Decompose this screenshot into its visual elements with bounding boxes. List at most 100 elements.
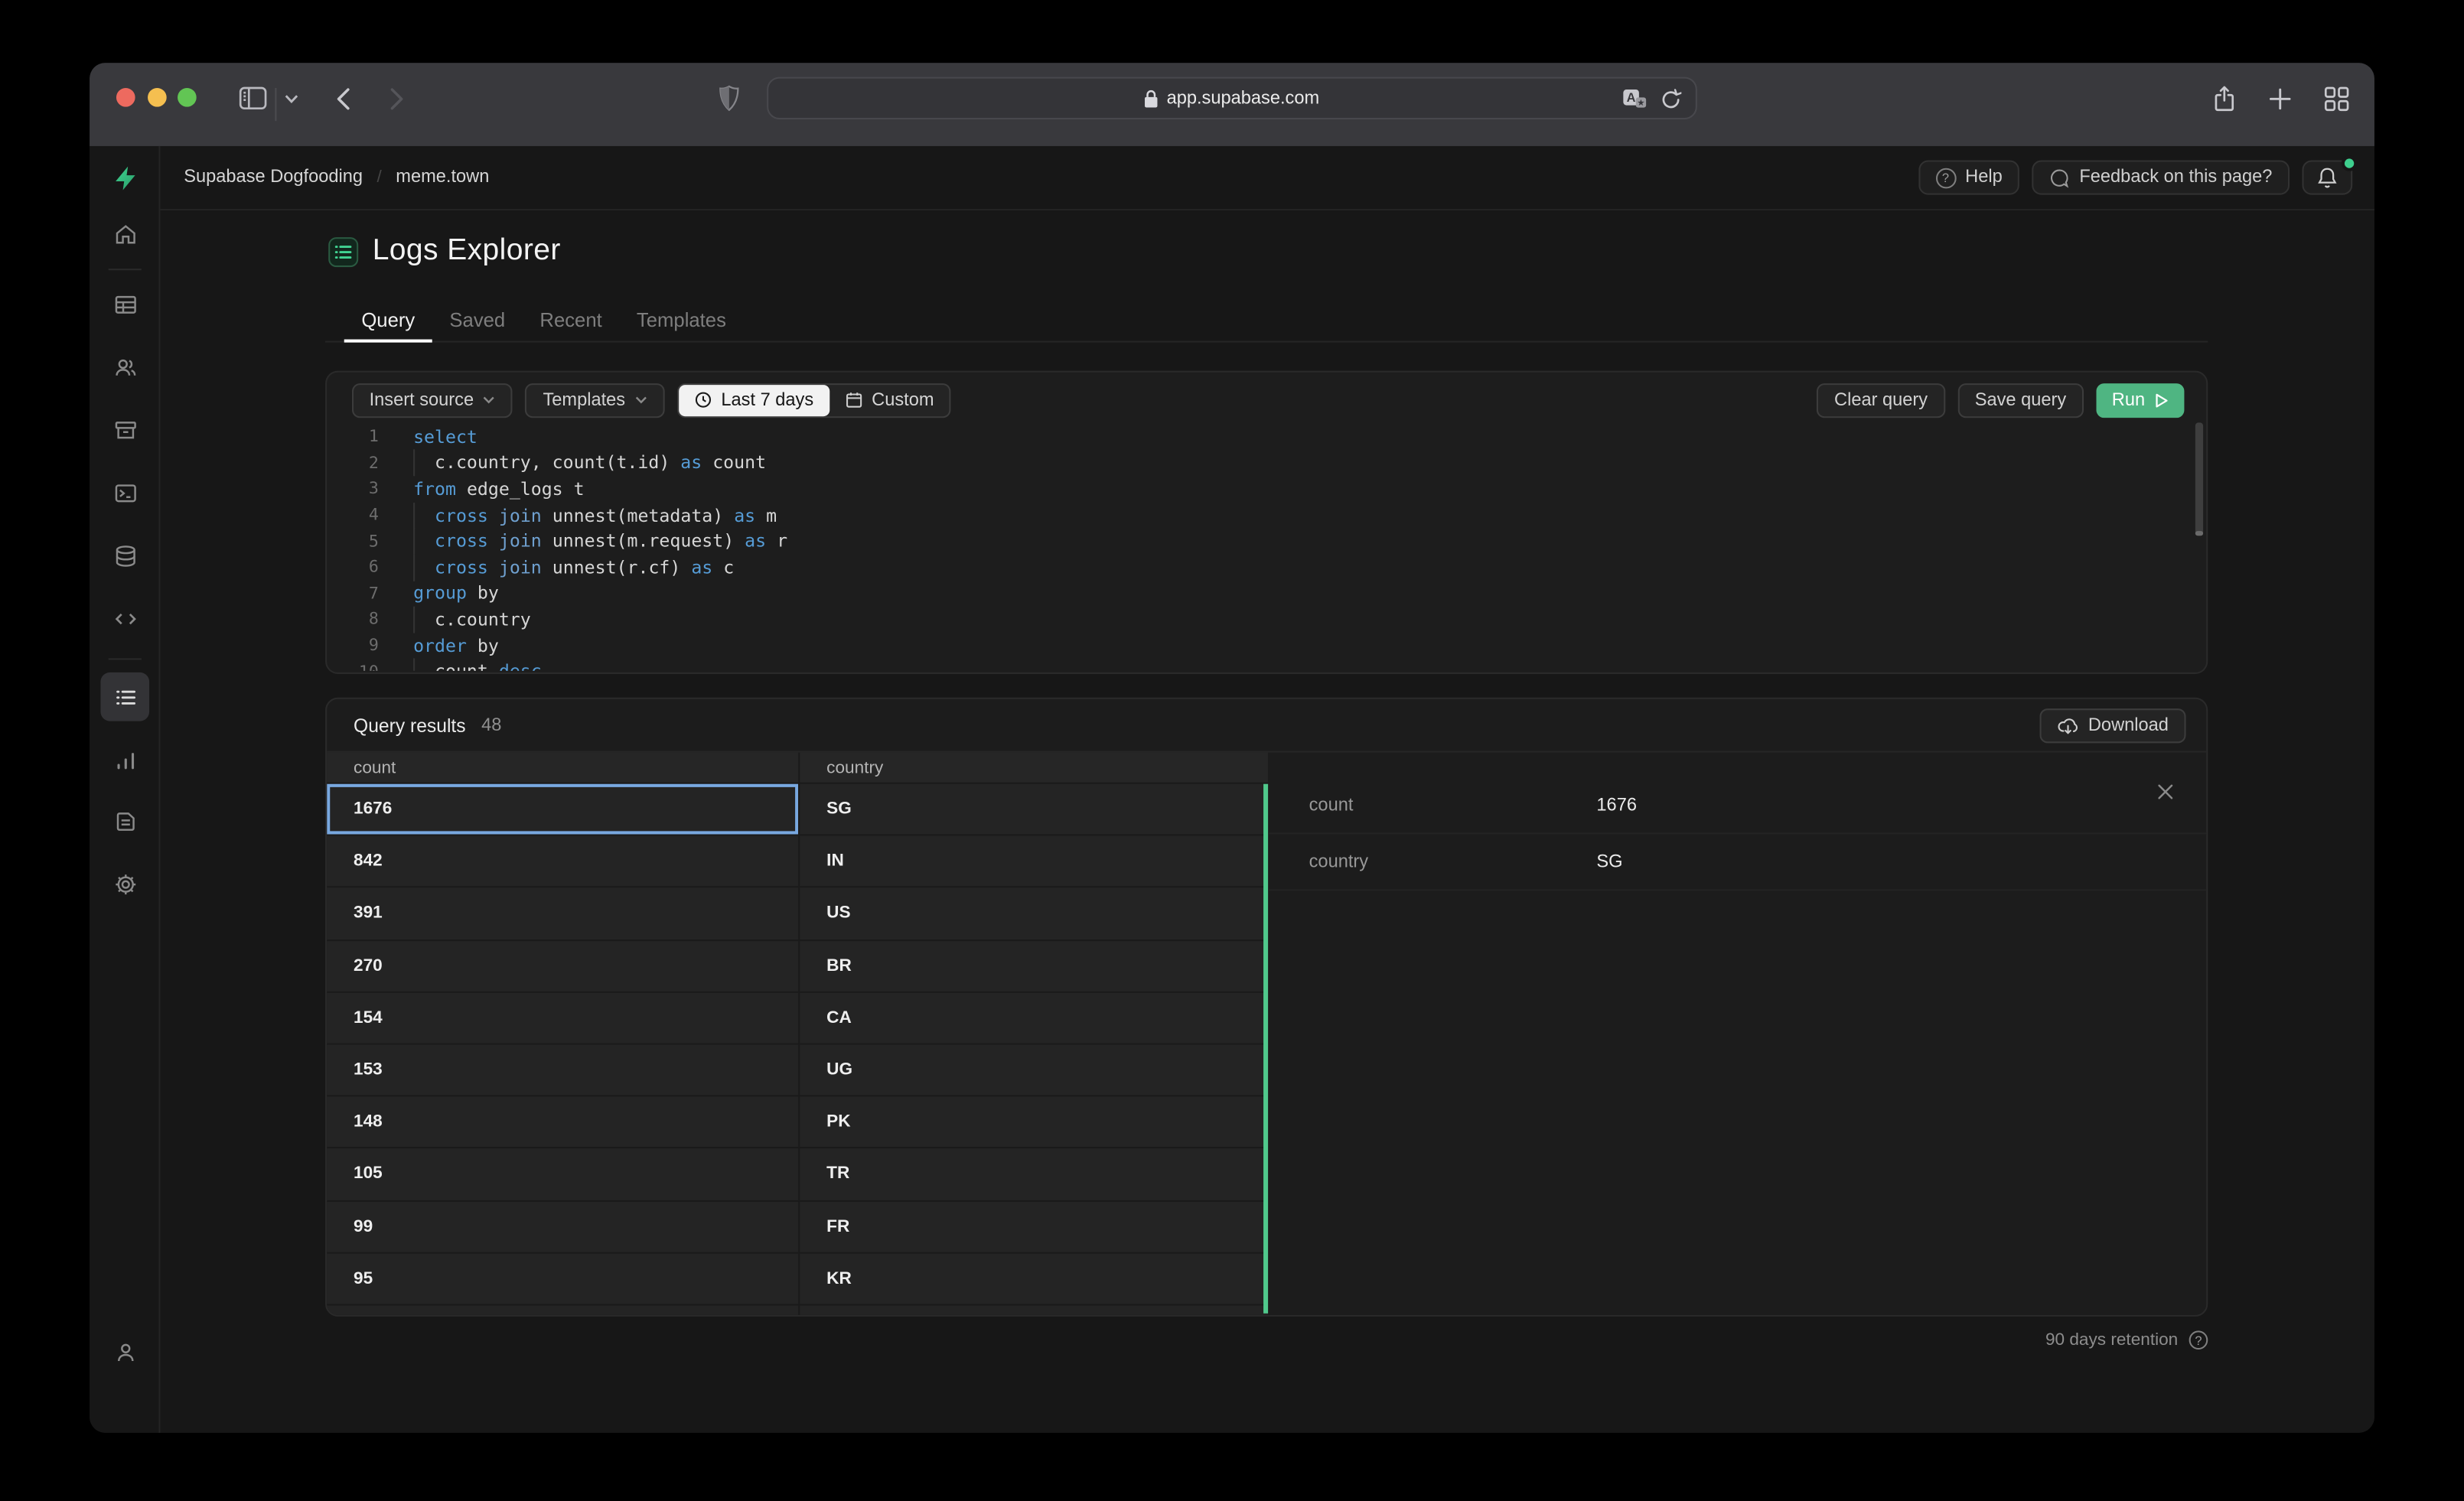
zoom-window-button[interactable] [178, 87, 197, 107]
save-query-button[interactable]: Save query [1957, 383, 2084, 418]
download-button[interactable]: Download [2039, 708, 2186, 743]
retention-help-icon[interactable]: ? [2189, 1330, 2208, 1350]
back-icon[interactable] [334, 86, 352, 112]
cell-country[interactable]: IN [800, 836, 1268, 887]
column-header-country[interactable]: country [800, 753, 1268, 783]
share-icon[interactable] [2212, 85, 2236, 113]
sidebar-item-reports[interactable] [100, 735, 149, 784]
code-line-7[interactable]: 7 group by [327, 581, 2192, 607]
minimize-window-button[interactable] [148, 87, 167, 107]
new-tab-icon[interactable] [2269, 88, 2291, 110]
cell-count[interactable]: 270 [327, 940, 800, 991]
code-text: from edge_logs t [413, 479, 585, 500]
sidebar-item-settings[interactable] [100, 859, 149, 908]
cell-country[interactable]: SG [800, 784, 1268, 835]
lock-icon [1145, 89, 1159, 107]
supabase-logo-icon[interactable] [112, 165, 139, 192]
table-row: 153 UG [327, 1044, 1269, 1097]
breadcrumb-page[interactable]: meme.town [396, 168, 489, 187]
range-last-7-days[interactable]: Last 7 days [678, 384, 829, 416]
range-custom[interactable]: Custom [829, 384, 950, 415]
cell-country[interactable]: TR [800, 1149, 1268, 1200]
reload-icon[interactable] [1661, 87, 1682, 109]
cell-count[interactable]: 154 [327, 992, 800, 1044]
feedback-label: Feedback on this page? [2079, 168, 2273, 187]
code-line-4[interactable]: 4 cross join unnest(metadata) as m [327, 502, 2192, 529]
cell-country[interactable]: UG [800, 1044, 1268, 1095]
cell-country[interactable]: KR [800, 1253, 1268, 1304]
browser-window: app.supabase.com A ★ Supabase Dogfooding… [90, 63, 2374, 1433]
code-line-1[interactable]: 1 select [327, 424, 2192, 450]
editor-scrollbar-thumb[interactable] [2195, 422, 2204, 536]
sidebar-toggle-icon[interactable] [239, 86, 267, 110]
tab-overview-icon[interactable] [2324, 86, 2349, 112]
clear-query-button[interactable]: Clear query [1817, 383, 1945, 418]
chevron-down-icon [483, 396, 495, 404]
close-icon[interactable] [2154, 781, 2176, 803]
run-button[interactable]: Run [2096, 383, 2185, 418]
cell-count[interactable]: 391 [327, 888, 800, 939]
url-bar[interactable]: app.supabase.com A ★ [767, 77, 1697, 120]
code-line-8[interactable]: 8 c.country [327, 606, 2192, 633]
sidebar-item-account[interactable] [100, 1327, 149, 1376]
code-line-2[interactable]: 2 c.country, count(t.id) as count [327, 450, 2192, 477]
translate-icon[interactable]: A ★ [1621, 87, 1647, 109]
sidebar-chevron-down-icon[interactable] [285, 94, 298, 103]
code-line-9[interactable]: 9 order by [327, 633, 2192, 659]
tab-templates[interactable]: Templates [619, 300, 743, 340]
sidebar-item-logs-explorer[interactable] [100, 672, 150, 721]
privacy-shield-icon[interactable] [718, 85, 740, 112]
code-text: select [413, 427, 477, 448]
detail-field-value: SG [1596, 852, 1623, 871]
line-number: 6 [368, 558, 379, 578]
templates-button[interactable]: Templates [525, 383, 665, 418]
sidebar-item-table-editor[interactable] [100, 280, 149, 329]
cell-country[interactable] [800, 1305, 1268, 1315]
sidebar-item-authentication[interactable] [100, 343, 149, 392]
cell-count[interactable]: 1676 [327, 783, 800, 835]
cell-count[interactable]: 148 [327, 1096, 800, 1148]
tab-recent[interactable]: Recent [523, 300, 620, 340]
cell-count[interactable]: 842 [327, 835, 800, 887]
table-row: 270 BR [327, 940, 1269, 993]
results-row-count: 48 [481, 715, 502, 735]
breadcrumb-project[interactable]: Supabase Dogfooding [184, 168, 363, 187]
svg-text:A: A [1627, 90, 1636, 104]
column-header-count[interactable]: count [327, 752, 800, 783]
cell-country[interactable]: US [800, 888, 1268, 939]
sidebar-item-database[interactable] [100, 531, 149, 580]
line-number: 3 [368, 480, 379, 499]
sidebar-item-storage[interactable] [100, 405, 149, 454]
page-title: Logs Explorer [372, 233, 561, 268]
help-button[interactable]: ? Help [1918, 160, 2020, 195]
code-line-10[interactable]: 10 count desc [327, 658, 2192, 671]
sidebar-item-api[interactable] [100, 594, 149, 643]
table-row: 391 US [327, 888, 1269, 941]
cell-count[interactable]: 99 [327, 1200, 800, 1252]
cell-country[interactable]: FR [800, 1201, 1268, 1252]
cell-count[interactable]: 105 [327, 1148, 800, 1200]
sidebar-item-home[interactable] [100, 209, 149, 258]
forward-icon[interactable] [388, 86, 406, 112]
close-window-button[interactable] [116, 87, 135, 107]
cell-country[interactable]: PK [800, 1097, 1268, 1148]
cell-country[interactable]: BR [800, 940, 1268, 991]
code-text: c.country, count(t.id) as count [413, 450, 767, 477]
editor-scrollbar[interactable] [2195, 421, 2204, 669]
tab-query[interactable]: Query [344, 300, 432, 343]
sidebar-item-sql-editor[interactable] [100, 468, 149, 517]
cell-count[interactable]: 153 [327, 1044, 800, 1096]
cell-country[interactable]: CA [800, 992, 1268, 1043]
code-line-3[interactable]: 3 from edge_logs t [327, 477, 2192, 503]
cell-count[interactable] [327, 1305, 800, 1315]
notifications-button[interactable] [2302, 155, 2358, 195]
sidebar-item-docs[interactable] [100, 796, 149, 845]
tab-saved[interactable]: Saved [432, 300, 523, 340]
code-line-5[interactable]: 5 cross join unnest(m.request) as r [327, 528, 2192, 555]
code-line-6[interactable]: 6 cross join unnest(r.cf) as c [327, 554, 2192, 581]
results-header: Query results 48 Download [327, 699, 2207, 753]
cell-count[interactable]: 95 [327, 1253, 800, 1304]
sql-editor[interactable]: 1 select 2 c.country, count(t.id) as count… [327, 419, 2192, 671]
feedback-button[interactable]: Feedback on this page? [2032, 160, 2290, 195]
insert-source-button[interactable]: Insert source [351, 383, 513, 418]
